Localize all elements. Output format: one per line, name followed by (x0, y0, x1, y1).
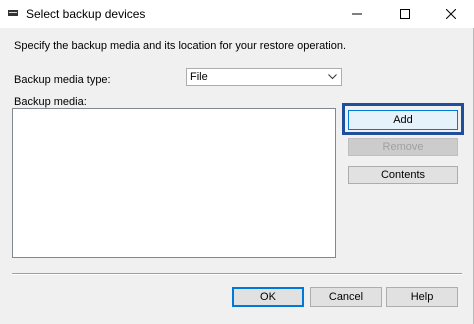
instruction-text: Specify the backup media and its locatio… (14, 40, 347, 52)
remove-button[interactable]: Remove (348, 138, 458, 156)
backup-device-icon (8, 10, 18, 16)
backup-media-list[interactable] (12, 108, 336, 258)
add-button[interactable]: Add (348, 110, 458, 130)
close-button[interactable] (428, 0, 474, 28)
minimize-icon (352, 13, 362, 15)
window-title: Select backup devices (26, 7, 146, 21)
footer-separator (12, 273, 462, 275)
backup-media-label: Backup media: (14, 96, 87, 108)
title-bar[interactable]: Select backup devices (0, 0, 474, 28)
backup-media-type-label: Backup media type: (14, 74, 111, 86)
contents-button[interactable]: Contents (348, 166, 458, 184)
minimize-button[interactable] (334, 0, 380, 28)
chevron-down-icon (328, 74, 337, 80)
cancel-button[interactable]: Cancel (310, 287, 382, 307)
maximize-button[interactable] (382, 0, 428, 28)
backup-media-type-select[interactable]: File (186, 68, 342, 86)
maximize-icon (400, 9, 410, 19)
help-button[interactable]: Help (386, 287, 458, 307)
select-backup-devices-dialog: Select backup devices Specify the backup… (0, 0, 474, 324)
ok-button[interactable]: OK (232, 287, 304, 307)
close-icon (446, 9, 456, 19)
backup-media-type-value: File (190, 71, 208, 83)
